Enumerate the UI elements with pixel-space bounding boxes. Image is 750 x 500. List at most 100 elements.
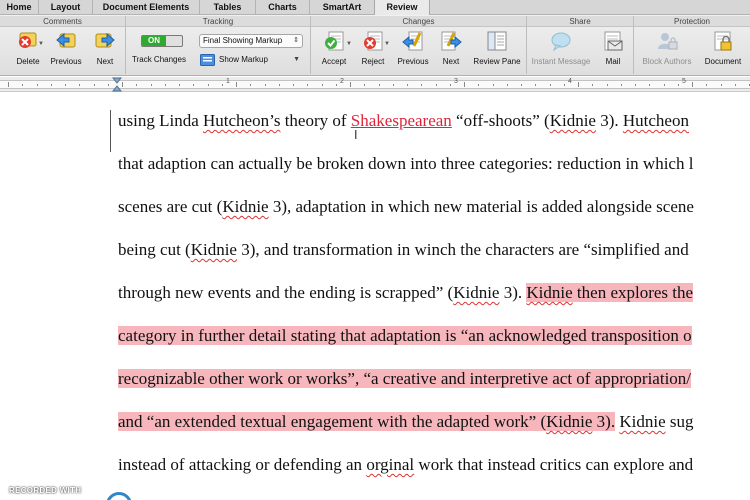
group-title-comments: Comments (0, 16, 125, 27)
paragraph-line[interactable]: instead of attacking or defending an org… (118, 454, 693, 476)
ruler-tick (293, 84, 294, 86)
tab-review[interactable]: Review (374, 0, 430, 15)
group-divider (633, 16, 634, 74)
highlighted-text: recognizable other work or works”, “a cr… (118, 369, 692, 388)
ruler-tick (592, 84, 593, 86)
next-comment-button[interactable]: Next (86, 30, 124, 72)
ruler-tick (79, 84, 80, 86)
misspelled-word: Hutcheon’s (203, 111, 281, 130)
tab-document-elements[interactable]: Document Elements (92, 0, 199, 15)
inserted-text: Shakespearean (350, 111, 452, 130)
mail-label: Mail (605, 57, 621, 66)
ruler-tick (22, 84, 23, 86)
misspelled-word: Kidnie (619, 412, 666, 431)
review-pane-label: Review Pane (473, 57, 521, 66)
tab-smartart[interactable]: SmartArt (309, 0, 374, 15)
delete-comment-button[interactable]: Delete (8, 30, 48, 72)
chevron-down-icon[interactable]: ▼ (384, 41, 390, 47)
text-cursor-icon: Ⅰ (354, 128, 358, 142)
accept-icon (325, 31, 344, 51)
paragraph-line[interactable]: being cut (Kidnie 3), and transformation… (118, 239, 689, 261)
block-authors-button[interactable]: Block Authors (638, 30, 696, 72)
protect-document-button[interactable]: Document (700, 30, 746, 72)
tab-layout[interactable]: Layout (38, 0, 92, 15)
text-run: work that instead critics can explore an… (414, 455, 694, 474)
tab-charts[interactable]: Charts (255, 0, 309, 15)
document-page[interactable]: using Linda Hutcheon’s theory of Shakesp… (0, 92, 750, 500)
show-markup-label: Show Markup (219, 55, 268, 64)
chevron-down-icon[interactable]: ▼ (38, 41, 44, 47)
show-markup-button[interactable]: Show Markup ▼ (199, 53, 303, 67)
previous-change-icon (402, 31, 423, 51)
previous-comment-icon (56, 32, 76, 48)
markup-view-dropdown[interactable]: Final Showing Markup ⇕ (199, 34, 303, 48)
ruler-tick (179, 84, 180, 86)
ruler-tick (364, 84, 365, 86)
group-title-changes: Changes (311, 16, 526, 27)
ruler-tick (436, 84, 437, 86)
ruler-tick (379, 84, 380, 86)
text-run: that adaption can actually be broken dow… (118, 154, 694, 173)
block-authors-icon (658, 33, 678, 50)
reject-button[interactable]: Reject (354, 30, 392, 72)
ruler-tick (464, 82, 465, 87)
ruler-tick (193, 84, 194, 86)
track-changes-toggle[interactable]: ON (141, 35, 183, 47)
ruler-tick (279, 84, 280, 86)
horizontal-ruler[interactable]: 1 2 3 4 5 (0, 77, 750, 92)
ruler-tick (222, 84, 223, 86)
ruler-tick (51, 84, 52, 86)
text-run: “off-shoots” ( (451, 111, 550, 130)
reject-icon (364, 31, 383, 51)
text-run: sug (665, 412, 694, 431)
review-pane-button[interactable]: Review Pane (470, 30, 524, 72)
ruler-tick (535, 84, 536, 86)
paragraph-line[interactable]: using Linda Hutcheon’s theory of Shakesp… (118, 110, 689, 132)
text-run: being cut ( (118, 240, 191, 259)
ruler-tick (521, 84, 522, 86)
tab-tables[interactable]: Tables (199, 0, 255, 15)
stepper-arrows-icon: ⇕ (293, 37, 299, 44)
ruler-tick (336, 84, 337, 86)
chevron-down-icon: ▼ (293, 56, 300, 63)
paragraph-line[interactable]: scenes are cut (Kidnie 3), adaptation in… (118, 196, 694, 218)
change-bar (110, 110, 111, 152)
toggle-on-state: ON (142, 36, 166, 46)
ruler-number: 1 (226, 78, 230, 85)
text-run: scenes are cut ( (118, 197, 223, 216)
markup-view-value: Final Showing Markup (203, 36, 283, 45)
misspelled-word: Kidnie (526, 283, 573, 302)
indent-marker-icon[interactable] (112, 77, 122, 92)
accept-button[interactable]: Accept (316, 30, 352, 72)
paragraph-line[interactable]: and “an extended textual engagement with… (118, 411, 694, 433)
ruler-tick (664, 84, 665, 86)
ruler-number: 4 (568, 78, 572, 85)
previous-change-button[interactable]: Previous (394, 30, 432, 72)
next-change-button[interactable]: Next (432, 30, 470, 72)
tab-home[interactable]: Home (0, 0, 38, 15)
show-markup-icon (200, 54, 215, 66)
instant-message-button[interactable]: Instant Message (528, 30, 594, 72)
previous-comment-button[interactable]: Previous (46, 30, 86, 72)
reject-label: Reject (361, 57, 385, 66)
ruler-tick (136, 84, 137, 86)
misspelled-word: Kidnie (190, 240, 237, 259)
ribbon-tab-bar: Home Layout Document Elements Tables Cha… (0, 0, 750, 15)
next-change-label: Next (442, 57, 460, 66)
mail-button[interactable]: Mail (596, 30, 630, 72)
misspelled-word: Hutcheon (622, 111, 689, 130)
paragraph-line[interactable]: recognizable other work or works”, “a cr… (118, 368, 692, 390)
paragraph-line[interactable]: that adaption can actually be broken dow… (118, 153, 693, 175)
ruler-tick (307, 84, 308, 86)
text-run: theory of (280, 111, 351, 130)
misspelled-word: orginal (366, 455, 415, 474)
ruler-tick (236, 82, 237, 87)
ruler-tick (322, 84, 323, 86)
ruler-tick (8, 82, 9, 87)
paragraph-line[interactable]: category in further detail stating that … (118, 325, 692, 347)
ruler-tick (265, 84, 266, 86)
paragraph-line[interactable]: through new events and the ending is scr… (118, 282, 694, 304)
ruler-tick (421, 84, 422, 86)
ruler-tick (578, 82, 579, 87)
chevron-down-icon[interactable]: ▼ (346, 41, 352, 47)
